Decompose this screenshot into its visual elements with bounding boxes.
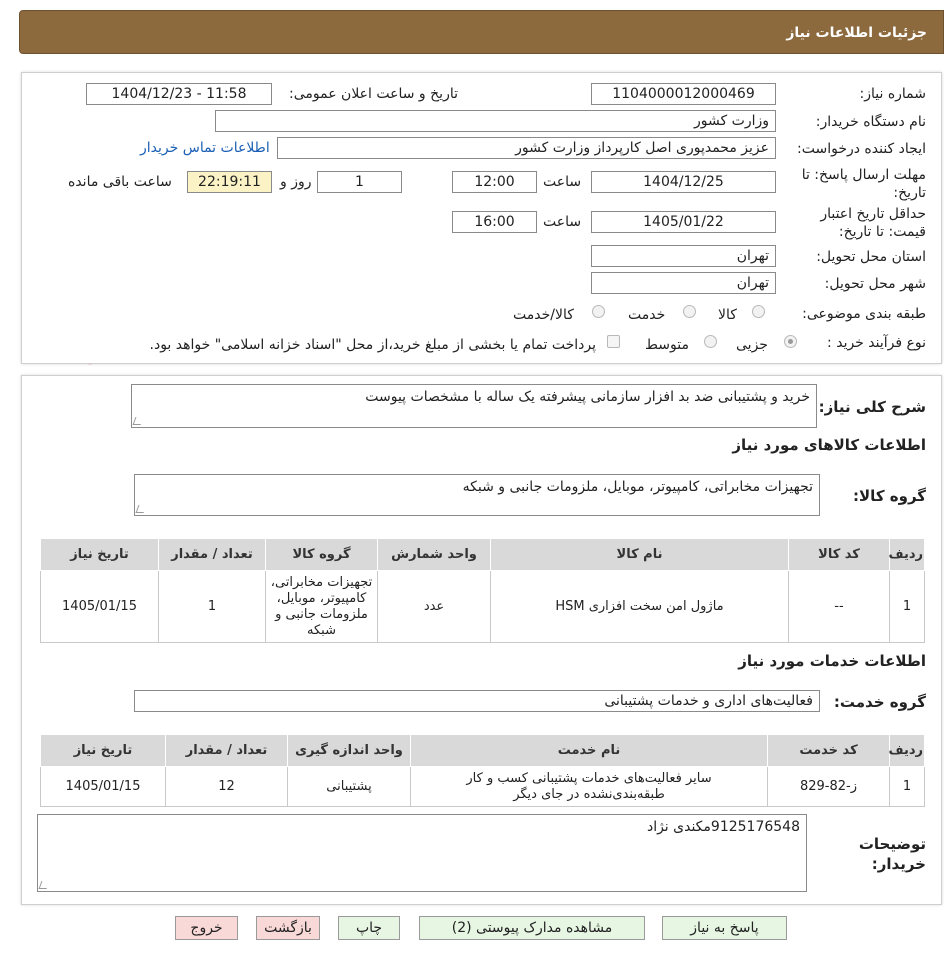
category-service-radio[interactable]: [683, 305, 696, 318]
process-medium-radio[interactable]: [704, 335, 717, 348]
services-table-header: ردیف کد خدمت نام خدمت واحد اندازه گیری ت…: [40, 734, 925, 767]
goods-col-unit: واحد شمارش: [377, 538, 491, 571]
deadline-time-label: ساعت: [543, 174, 582, 190]
page-title: جزئیات اطلاعات نیاز: [786, 25, 927, 41]
page-header: جزئیات اطلاعات نیاز: [19, 10, 944, 54]
goods-col-name: نام کالا: [490, 538, 789, 571]
category-goods-service-radio[interactable]: [592, 305, 605, 318]
goods-cell-code: --: [788, 570, 890, 643]
validity-date-field: 1405/01/22: [591, 211, 776, 233]
city-field: تهران: [591, 272, 776, 294]
remaining-label: ساعت باقی مانده: [68, 174, 172, 190]
category-goods-radio[interactable]: [752, 305, 765, 318]
exit-button[interactable]: خروج: [175, 916, 238, 940]
table-row: 1 ز-82-829 سایر فعالیت‌های خدمات پشتیبان…: [40, 766, 925, 807]
category-label: طبقه بندی موضوعی:: [802, 306, 926, 322]
process-label: نوع فرآیند خرید :: [827, 335, 926, 351]
deadline-date-field: 1404/12/25: [591, 171, 776, 193]
print-button[interactable]: چاپ: [338, 916, 400, 940]
goods-group-textarea: تجهیزات مخابراتی، کامپیوتر، موبایل، ملزو…: [134, 474, 820, 516]
goods-col-code: کد کالا: [788, 538, 890, 571]
category-goods-label: کالا: [718, 307, 737, 323]
days-label: روز و: [280, 174, 312, 190]
validity-time-field: 16:00: [452, 211, 537, 233]
services-col-row: ردیف: [888, 734, 925, 767]
category-goods-service-label: کالا/خدمت: [513, 307, 574, 323]
buyer-notes-textarea: 9125176548مکندی نژاد: [37, 814, 807, 892]
goods-table: ردیف کد کالا نام کالا واحد شمارش گروه کا…: [40, 538, 925, 643]
services-col-qty: تعداد / مقدار: [165, 734, 288, 767]
announce-label: تاریخ و ساعت اعلان عمومی:: [289, 86, 458, 102]
resize-handle-icon[interactable]: [132, 417, 144, 425]
buyer-org-label: نام دستگاه خریدار:: [815, 114, 926, 130]
process-medium-label: متوسط: [645, 337, 689, 353]
services-section-title: اطلاعات خدمات مورد نیاز: [738, 652, 926, 670]
services-col-name: نام خدمت: [410, 734, 768, 767]
services-cell-unit: پشتیبانی: [287, 766, 411, 807]
buyer-org-field: وزارت کشور: [215, 110, 776, 132]
goods-col-date: تاریخ نیاز: [40, 538, 159, 571]
resize-handle-icon[interactable]: [38, 881, 50, 889]
goods-cell-row: 1: [889, 570, 925, 643]
goods-col-qty: تعداد / مقدار: [158, 538, 266, 571]
services-cell-qty: 12: [165, 766, 288, 807]
service-group-field: فعالیت‌های اداری و خدمات پشتیبانی: [134, 690, 820, 712]
province-label: استان محل تحویل:: [816, 249, 926, 265]
province-field: تهران: [591, 245, 776, 267]
services-cell-name: سایر فعالیت‌های خدمات پشتیبانی کسب و کار…: [410, 766, 768, 807]
payment-note: پرداخت تمام یا بخشی از مبلغ خرید،از محل …: [149, 337, 596, 353]
goods-cell-name: ماژول امن سخت افزاری HSM: [490, 570, 789, 643]
goods-cell-group: تجهیزات مخابراتی، کامپیوتر، موبایل، ملزو…: [265, 570, 378, 643]
need-title-textarea: خرید و پشتیبانی ضد بد افزار سازمانی پیشر…: [131, 384, 817, 428]
goods-cell-date: 1405/01/15: [40, 570, 159, 643]
city-label: شهر محل تحویل:: [824, 276, 926, 292]
category-service-label: خدمت: [628, 307, 666, 323]
table-row: 1 -- ماژول امن سخت افزاری HSM عدد تجهیزا…: [40, 570, 925, 643]
reply-button[interactable]: پاسخ به نیاز: [662, 916, 787, 940]
buyer-notes-text: 9125176548مکندی نژاد: [646, 819, 800, 835]
services-col-date: تاریخ نیاز: [40, 734, 166, 767]
need-number-label: شماره نیاز:: [859, 86, 927, 102]
goods-cell-qty: 1: [158, 570, 266, 643]
services-col-code: کد خدمت: [767, 734, 890, 767]
services-col-unit: واحد اندازه گیری: [287, 734, 411, 767]
goods-col-group: گروه کالا: [265, 538, 378, 571]
goods-group-text: تجهیزات مخابراتی، کامپیوتر، موبایل، ملزو…: [462, 479, 813, 495]
need-title-text: خرید و پشتیبانی ضد بد افزار سازمانی پیشر…: [365, 389, 810, 405]
remaining-time-field: 22:19:11: [187, 171, 272, 193]
goods-section-title: اطلاعات کالاهای مورد نیاز: [732, 436, 926, 454]
view-attachments-button[interactable]: مشاهده مدارک پیوستی (2): [419, 916, 645, 940]
goods-col-row: ردیف: [888, 538, 925, 571]
resize-handle-icon[interactable]: [135, 505, 147, 513]
requester-label: ایجاد کننده درخواست:: [797, 141, 926, 157]
need-number-field: 1104000012000469: [591, 83, 776, 105]
treasury-payment-checkbox[interactable]: [607, 335, 620, 348]
deadline-label: مهلت ارسال پاسخ: تا تاریخ:: [801, 167, 926, 201]
services-table: ردیف کد خدمت نام خدمت واحد اندازه گیری ت…: [40, 734, 925, 807]
validity-label: حداقل تاریخ اعتبار قیمت: تا تاریخ:: [820, 206, 926, 240]
process-minor-label: جزیی: [736, 337, 768, 353]
requester-field: عزیز محمدپوری اصل کارپرداز وزارت کشور: [277, 137, 776, 159]
services-cell-row: 1: [889, 766, 925, 807]
deadline-time-field: 12:00: [452, 171, 537, 193]
services-cell-date: 1405/01/15: [40, 766, 166, 807]
goods-table-header: ردیف کد کالا نام کالا واحد شمارش گروه کا…: [40, 538, 925, 571]
contact-buyer-link[interactable]: اطلاعات تماس خریدار: [140, 140, 270, 156]
service-group-label: گروه خدمت:: [833, 693, 926, 711]
buyer-notes-label: توضیحات خریدار:: [858, 835, 926, 873]
back-button[interactable]: بازگشت: [256, 916, 320, 940]
services-cell-code: ز-82-829: [767, 766, 890, 807]
announce-field: 1404/12/23 - 11:58: [86, 83, 272, 105]
goods-group-label: گروه کالا:: [853, 487, 926, 505]
process-minor-radio[interactable]: [784, 335, 797, 348]
days-field: 1: [317, 171, 402, 193]
validity-time-label: ساعت: [543, 214, 582, 230]
goods-cell-unit: عدد: [377, 570, 491, 643]
need-title-label: شرح کلی نیاز:: [818, 398, 926, 416]
